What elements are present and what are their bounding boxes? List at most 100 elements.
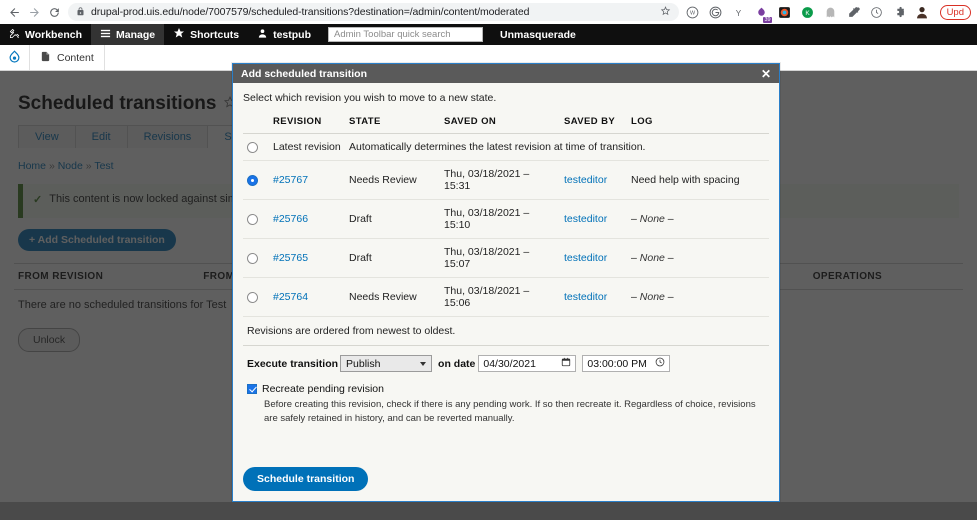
transition-select[interactable]: Publish <box>340 355 433 372</box>
close-icon[interactable]: ✕ <box>761 68 771 80</box>
hamburger-icon <box>100 28 111 42</box>
yandex-extension-icon[interactable]: Y <box>731 5 746 20</box>
revision-saved-by[interactable]: testeditor <box>560 160 627 200</box>
recreate-pending-revision-row[interactable]: Recreate pending revision <box>243 372 769 395</box>
revision-radio-25766[interactable] <box>247 213 258 225</box>
dialog-titlebar: Add scheduled transition ✕ <box>233 64 779 83</box>
address-bar[interactable]: drupal-prod.uis.edu/node/7007579/schedul… <box>68 3 679 21</box>
revision-radio-cell[interactable] <box>243 133 269 161</box>
toolbar-label-workbench: Workbench <box>25 28 82 41</box>
eyedropper-extension-icon[interactable] <box>846 5 861 20</box>
revision-link-text: #25764 <box>273 291 309 303</box>
add-scheduled-transition-dialog: Add scheduled transition ✕ Select which … <box>232 63 780 502</box>
unmasquerade-link[interactable]: Unmasquerade <box>491 29 585 41</box>
revision-link-text: #25767 <box>273 174 309 186</box>
revision-saved-by[interactable]: testeditor <box>560 277 627 317</box>
revisions-table: REVISION STATE SAVED ON SAVED BY LOG Lat… <box>243 110 769 317</box>
bookmark-star-icon[interactable] <box>654 3 671 21</box>
transition-select-wrapper[interactable]: Publish <box>338 355 433 372</box>
table-row[interactable]: #25764 Needs Review Thu, 03/18/2021 – 15… <box>243 277 769 317</box>
revision-saved-by[interactable]: testeditor <box>560 199 627 239</box>
toolbar-item-testpub[interactable]: testpub <box>248 24 320 45</box>
revision-radio-25765[interactable] <box>247 252 258 264</box>
workbench-icon <box>9 28 20 42</box>
table-row[interactable]: #25765 Draft Thu, 03/18/2021 – 15:07 tes… <box>243 238 769 278</box>
toolbar-item-shortcuts[interactable]: Shortcuts <box>164 24 248 45</box>
toolbar-label-shortcuts: Shortcuts <box>190 28 240 41</box>
clock-icon[interactable] <box>655 357 665 370</box>
extension-icons: W Y 39 K Upd <box>685 4 973 23</box>
dialog-title: Add scheduled transition <box>241 67 368 80</box>
secondary-toolbar-item-content[interactable]: Content <box>30 45 105 70</box>
admin-search-input[interactable]: Admin Toolbar quick search <box>328 27 484 42</box>
on-date-label: on date <box>438 357 476 370</box>
drupal-logo[interactable] <box>0 45 30 70</box>
back-arrow-icon[interactable] <box>4 2 24 22</box>
svg-text:W: W <box>690 10 696 16</box>
revision-link-25764[interactable]: #25764 <box>269 277 345 317</box>
table-row[interactable]: #25767 Needs Review Thu, 03/18/2021 – 15… <box>243 160 769 200</box>
toolbar-item-workbench[interactable]: Workbench <box>0 24 91 45</box>
lock-icon <box>76 3 85 21</box>
column-header-select <box>243 110 269 134</box>
kaspersky-extension-icon[interactable]: K <box>800 5 815 20</box>
revision-log: Need help with spacing <box>627 160 769 200</box>
revision-state: Needs Review <box>345 160 440 200</box>
revision-saved-on: Thu, 03/18/2021 – 15:07 <box>440 238 560 278</box>
table-row[interactable]: #25766 Draft Thu, 03/18/2021 – 15:10 tes… <box>243 199 769 239</box>
colorzilla-extension-icon[interactable] <box>777 5 792 20</box>
recreate-pending-revision-checkbox[interactable] <box>247 384 257 394</box>
revision-log-none: None <box>639 291 665 303</box>
revision-label-latest: Latest revision <box>269 133 345 161</box>
ghostery-extension-icon[interactable] <box>823 5 838 20</box>
date-input[interactable]: 04/30/2021 <box>478 355 577 372</box>
revision-radio-latest[interactable] <box>247 141 258 153</box>
dialog-intro-text: Select which revision you wish to move t… <box>243 92 497 104</box>
document-icon <box>40 51 51 65</box>
forward-arrow-icon[interactable] <box>24 2 44 22</box>
revisions-table-header-row: REVISION STATE SAVED ON SAVED BY LOG <box>243 110 769 134</box>
revision-link-text: #25765 <box>273 252 309 264</box>
revision-link-25767[interactable]: #25767 <box>269 160 345 200</box>
revision-link-25766[interactable]: #25766 <box>269 199 345 239</box>
revision-radio-cell[interactable] <box>243 238 269 278</box>
clock-extension-icon[interactable] <box>869 5 884 20</box>
revision-log-none: None <box>639 252 665 264</box>
revision-saved-by-text: testeditor <box>564 291 608 303</box>
update-button[interactable]: Upd <box>939 4 971 20</box>
calendar-icon[interactable] <box>561 357 571 370</box>
revision-radio-25764[interactable] <box>247 291 258 303</box>
puzzle-extensions-icon[interactable] <box>892 5 907 20</box>
revision-saved-on: Thu, 03/18/2021 – 15:06 <box>440 277 560 317</box>
admin-toolbar: Workbench Manage Shortcuts testpub Admin… <box>0 24 977 45</box>
date-input-value: 04/30/2021 <box>483 357 536 370</box>
revision-radio-cell[interactable] <box>243 160 269 200</box>
table-row[interactable]: Latest revision Automatically determines… <box>243 133 769 161</box>
wordpress-extension-icon[interactable]: W <box>685 5 700 20</box>
toolbar-item-manage[interactable]: Manage <box>90 24 165 45</box>
star-icon <box>173 27 185 42</box>
revision-radio-25767[interactable] <box>247 174 258 186</box>
revision-description-latest: Automatically determines the latest revi… <box>345 133 769 161</box>
reload-icon[interactable] <box>44 2 64 22</box>
toolbar-label-manage: Manage <box>115 28 156 41</box>
revision-log: – None – <box>627 238 769 278</box>
avatar[interactable] <box>915 5 930 20</box>
schedule-transition-button[interactable]: Schedule transition <box>243 467 369 491</box>
recreate-pending-revision-label: Recreate pending revision <box>262 383 384 395</box>
sitebulb-extension-icon[interactable]: 39 <box>754 5 772 23</box>
revision-state: Needs Review <box>345 277 440 317</box>
revision-link-25765[interactable]: #25765 <box>269 238 345 278</box>
revision-saved-by[interactable]: testeditor <box>560 238 627 278</box>
revision-saved-on: Thu, 03/18/2021 – 15:10 <box>440 199 560 239</box>
column-header-saved-by: SAVED BY <box>560 110 627 134</box>
revision-saved-by-text: testeditor <box>564 213 608 225</box>
revision-log: – None – <box>627 277 769 317</box>
toolbar-label-testpub: testpub <box>273 28 312 41</box>
address-bar-url: drupal-prod.uis.edu/node/7007579/schedul… <box>91 6 530 18</box>
revision-radio-cell[interactable] <box>243 199 269 239</box>
revision-radio-cell[interactable] <box>243 277 269 317</box>
time-input[interactable]: 03:00:00 PM <box>582 355 671 372</box>
revision-saved-by-text: testeditor <box>564 252 608 264</box>
grammarly-extension-icon[interactable] <box>708 5 723 20</box>
